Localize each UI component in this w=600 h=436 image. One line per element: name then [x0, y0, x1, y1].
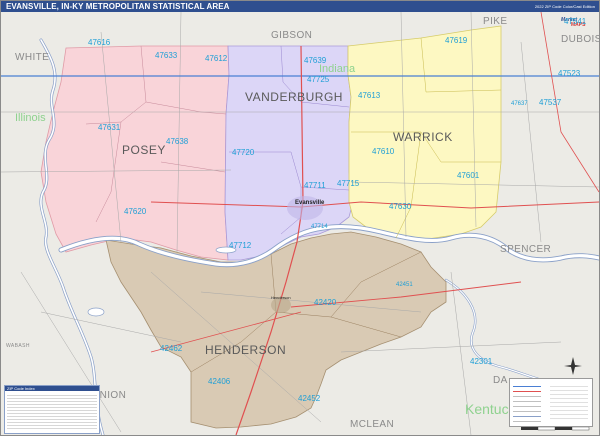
north-arrow-icon: N: [564, 357, 582, 375]
zip-label: 47541: [564, 17, 587, 26]
zip-label: 47616: [88, 38, 111, 47]
county-label-posey: POSEY: [122, 143, 166, 157]
zip-label: 42406: [208, 377, 231, 386]
zip-code-index-table: ZIP Code Index: [4, 385, 100, 434]
zip-label: 47712: [229, 241, 252, 250]
county-label-vanderburgh: VANDERBURGH: [245, 90, 343, 104]
zip-label: 47610: [372, 147, 395, 156]
legend-row: [513, 413, 541, 417]
zip-label: 47714: [311, 224, 328, 230]
zip-label: 47725: [307, 75, 330, 84]
city-label-evansville: Evansville: [295, 200, 325, 206]
zip-label: 47711: [304, 181, 326, 190]
legend-row: [513, 393, 541, 397]
zip-label: 47619: [445, 36, 468, 45]
county-label-dubois: DUBOIS: [561, 34, 600, 45]
zip-table-title: ZIP Code Index: [5, 386, 99, 391]
zip-label: 47523: [558, 69, 581, 78]
zip-label: 47612: [205, 54, 228, 63]
zip-label: 47601: [457, 171, 480, 180]
county-label-warrick: WARRICK: [393, 130, 453, 144]
legend-row: [513, 403, 541, 407]
legend-row: [513, 408, 541, 412]
county-label-daviess: DA: [493, 375, 508, 386]
county-label-mclean: MCLEAN: [350, 419, 395, 430]
county-label-white: WHITE: [15, 52, 50, 63]
zip-label: 47638: [166, 137, 189, 146]
map-frame: EVANSVILLE, IN-KY METROPOLITAN STATISTIC…: [0, 0, 600, 436]
county-label-pike: PIKE: [483, 16, 508, 27]
legend-row: [513, 388, 541, 392]
city-label-henderson: Henderson: [271, 295, 291, 300]
zip-label: 47639: [304, 56, 327, 65]
legend-row: [513, 383, 541, 387]
map-title: EVANSVILLE, IN-KY METROPOLITAN STATISTIC…: [6, 2, 230, 11]
legend-details: [550, 383, 588, 421]
edition-label: 2022 ZIP Code Color/Cast Edition: [534, 4, 595, 9]
county-label-gibson: GIBSON: [271, 30, 313, 41]
zip-label: 42301: [470, 357, 493, 366]
map-legend: [509, 378, 593, 427]
legend-row: [513, 398, 541, 402]
zip-label: 42451: [396, 282, 413, 288]
zip-label: 47613: [358, 91, 381, 100]
lake: [87, 307, 105, 317]
zip-label: 47630: [389, 202, 412, 211]
county-label-wabash: WABASH: [6, 343, 30, 349]
county-label-henderson: HENDERSON: [205, 343, 287, 357]
zip-label: 47715: [337, 179, 360, 188]
legend-row: [513, 418, 541, 422]
state-label-illinois: Illinois: [15, 112, 46, 124]
zip-label: 42462: [160, 344, 183, 353]
zip-label: 47537: [539, 98, 562, 107]
zip-label: 47637: [511, 101, 528, 107]
county-label-spencer: SPENCER: [500, 244, 552, 255]
zip-label: 47620: [124, 207, 147, 216]
scale-bar: [521, 427, 590, 431]
zip-label: 42452: [298, 394, 321, 403]
zip-table-body: [7, 393, 97, 431]
zip-label: 42420: [314, 298, 337, 307]
map-canvas[interactable]: [1, 12, 599, 435]
zip-label: 47633: [155, 51, 178, 60]
zip-label: 47720: [232, 148, 255, 157]
title-bar: EVANSVILLE, IN-KY METROPOLITAN STATISTIC…: [1, 1, 599, 12]
zip-label: 47631: [98, 123, 121, 132]
